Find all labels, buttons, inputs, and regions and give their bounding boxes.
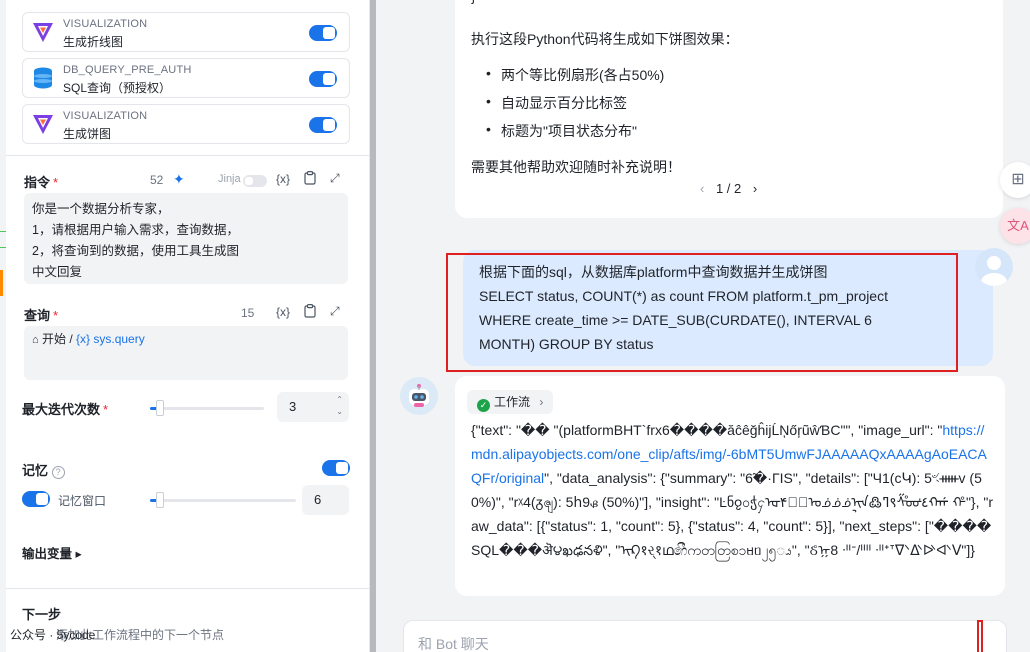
connector-line xyxy=(0,231,6,232)
ai-sparkle-icon[interactable]: ✦ xyxy=(173,171,185,188)
panel-edge xyxy=(0,0,6,652)
jinja-label: Jinja xyxy=(218,173,241,185)
next-page-icon[interactable]: › xyxy=(753,181,757,196)
visualization-icon xyxy=(31,20,55,44)
expand-icon[interactable]: ⤢ xyxy=(330,304,340,319)
query-reference[interactable]: ⌂ 开始 / {x} sys.query xyxy=(32,329,145,351)
clipboard-icon[interactable] xyxy=(304,304,316,321)
connector-line xyxy=(0,247,6,248)
bullet-item: 两个等比例扇形(各占50%) xyxy=(486,65,664,85)
memory-window-slider[interactable] xyxy=(150,492,296,508)
divider xyxy=(6,588,370,589)
bot-reply-text: {"text": "�� "(platformBHT`frx6����ăĉêğĥ… xyxy=(471,418,993,562)
home-icon: ⌂ xyxy=(32,334,39,346)
highlight-marker xyxy=(977,620,983,652)
query-editor[interactable]: ⌂ 开始 / {x} sys.query xyxy=(24,326,348,380)
tool-card[interactable]: VISUALIZATION 生成折线图 xyxy=(22,12,350,52)
reply-json-suffix: ", "data_analysis": {"summary": "6̃�·ΓIS… xyxy=(471,470,994,558)
output-vars-toggle[interactable]: 输出变量 ▸ xyxy=(22,543,82,562)
memory-toggle[interactable] xyxy=(322,460,350,476)
code-brace: } xyxy=(471,0,476,4)
grid-add-icon[interactable]: ⊞ xyxy=(1000,162,1030,198)
prev-page-icon[interactable]: ‹ xyxy=(700,181,704,196)
visualization-icon xyxy=(31,112,55,136)
slider-thumb[interactable] xyxy=(156,492,164,508)
help-icon[interactable]: ? xyxy=(51,466,65,479)
memory-window-label: 记忆窗口 xyxy=(58,494,107,508)
tool-card[interactable]: VISUALIZATION 生成饼图 xyxy=(22,104,350,144)
instruction-line: 1，请根据用户输入需求，查询数据， xyxy=(32,223,239,237)
assistant-outro: 需要其他帮助欢迎随时补充说明！ xyxy=(471,159,681,175)
assistant-intro: 执行这段Python代码将生成如下饼图效果： xyxy=(471,31,739,47)
jinja-toggle[interactable] xyxy=(243,175,267,187)
database-icon xyxy=(31,66,55,90)
workflow-tag[interactable]: ✓ 工作流 › xyxy=(467,390,554,414)
memory-window-input[interactable]: 6 xyxy=(302,485,349,515)
bullet-item: 标题为"项目状态分布" xyxy=(486,121,637,141)
variable-button[interactable]: {x} xyxy=(276,172,290,186)
highlight-box xyxy=(446,253,958,372)
node-config-panel: VISUALIZATION 生成折线图 DB_QUERY_PRE_AUTH SQ… xyxy=(0,0,370,652)
variable-button[interactable]: {x} xyxy=(276,305,290,319)
tool-card[interactable]: DB_QUERY_PRE_AUTH SQL查询（预授权） xyxy=(22,58,350,98)
instruction-editor[interactable]: 你是一个数据分析专家， 1，请根据用户输入需求，查询数据， 2，将查询到的数据，… xyxy=(24,193,348,284)
instruction-line: 2，将查询到的数据，使用工具生成图 xyxy=(32,244,239,258)
workflow-label: 工作流 xyxy=(494,395,531,409)
pager-text: 1 / 2 xyxy=(715,181,742,196)
tool-toggle[interactable] xyxy=(309,117,337,133)
divider xyxy=(6,155,370,156)
expand-icon[interactable]: ⤢ xyxy=(330,171,340,186)
tool-type: DB_QUERY_PRE_AUTH xyxy=(63,64,192,76)
watermark: 公众号 · 5ycode xyxy=(10,628,96,642)
tool-toggle[interactable] xyxy=(309,25,337,41)
answer-pager: ‹ 1 / 2 › xyxy=(696,181,761,196)
instruction-line: 中文回复 xyxy=(32,265,83,279)
memory-label: 记忆 ? xyxy=(22,460,65,479)
query-count: 15 xyxy=(241,306,255,320)
chat-input[interactable]: 和 Bot 聊天 xyxy=(403,620,1007,652)
max-iter-slider[interactable] xyxy=(150,400,264,416)
chat-input-placeholder: 和 Bot 聊天 xyxy=(418,636,489,652)
max-iter-label: 最大迭代次数 * xyxy=(22,402,109,417)
memory-window-toggle[interactable] xyxy=(22,491,50,507)
check-icon: ✓ xyxy=(477,399,490,412)
clipboard-icon[interactable] xyxy=(304,171,316,188)
user-avatar xyxy=(975,248,1013,286)
side-indicator xyxy=(0,270,3,296)
query-label: 查询 * xyxy=(24,308,59,323)
tool-type: VISUALIZATION xyxy=(63,110,148,122)
max-iter-input[interactable]: 3 ⌃ ⌄ xyxy=(277,392,349,422)
gutter xyxy=(376,0,386,652)
start-node-label: 开始 / xyxy=(42,332,73,346)
instruction-count: 52 xyxy=(150,173,164,187)
tool-name: 生成折线图 xyxy=(63,35,124,49)
reply-json-prefix: {"text": "�� "(platformBHT`frx6����ăĉêğĥ… xyxy=(471,422,943,438)
assistant-message: } 执行这段Python代码将生成如下饼图效果： 两个等比例扇形(各占50%) … xyxy=(455,0,1003,218)
tool-name: 生成饼图 xyxy=(63,127,112,141)
bot-avatar xyxy=(400,377,438,415)
slider-thumb[interactable] xyxy=(156,400,164,416)
tool-toggle[interactable] xyxy=(309,71,337,87)
instruction-line: 你是一个数据分析专家， xyxy=(32,202,170,216)
query-variable: {x} sys.query xyxy=(76,332,145,346)
bot-message: ✓ 工作流 › {"text": "�� "(platformBHT`frx6��… xyxy=(455,376,1005,596)
tool-type: VISUALIZATION xyxy=(63,18,148,30)
instruction-label: 指令 * xyxy=(24,175,59,190)
translate-icon[interactable]: 文A xyxy=(1000,208,1030,244)
bullet-item: 自动显示百分比标签 xyxy=(486,93,627,113)
stepper-icon[interactable]: ⌃ ⌄ xyxy=(336,394,343,418)
tool-name: SQL查询（预授权） xyxy=(63,81,172,95)
chevron-right-icon: › xyxy=(539,395,544,409)
next-step-label: 下一步 xyxy=(22,607,62,622)
